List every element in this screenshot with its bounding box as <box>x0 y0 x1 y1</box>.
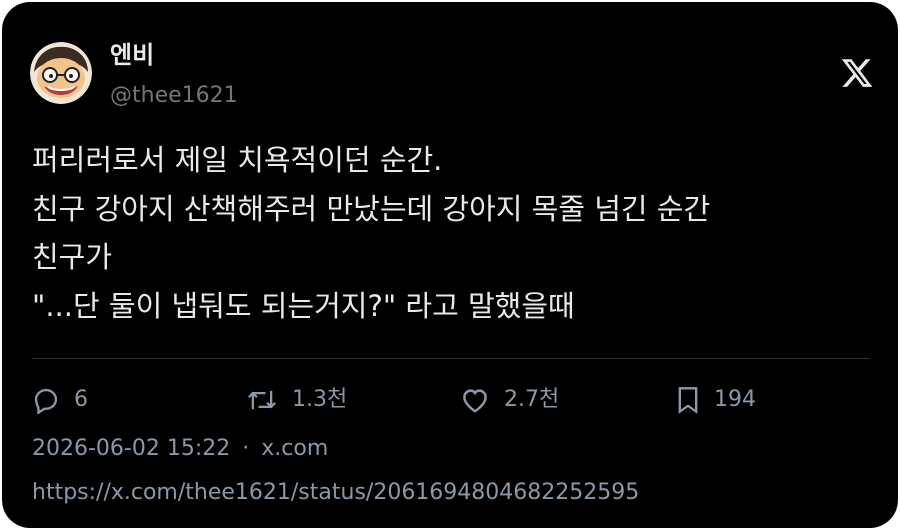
x-logo-icon[interactable] <box>840 56 874 90</box>
tweet-line: 퍼리러로서 제일 치욕적이던 순간. <box>32 143 443 177</box>
bookmark-count: 194 <box>714 387 756 412</box>
like-count: 2.7천 <box>504 387 560 412</box>
retweet-icon <box>246 386 278 414</box>
tweet-meta: 2026-06-02 15:22 · x.com <box>32 434 328 464</box>
source-link[interactable]: x.com <box>261 436 328 461</box>
retweet-count: 1.3천 <box>292 387 348 412</box>
heart-icon <box>460 386 490 414</box>
reply-count: 6 <box>74 387 88 412</box>
author-display-name[interactable]: 엔비 <box>110 40 154 70</box>
bookmark-button[interactable]: 194 <box>676 382 756 418</box>
tweet-line: 친구가 <box>32 240 113 274</box>
status-url[interactable]: https://x.com/thee1621/status/2061694804… <box>32 478 639 508</box>
timestamp[interactable]: 2026-06-02 15:22 <box>32 436 230 461</box>
retweet-button[interactable]: 1.3천 <box>246 382 347 418</box>
tweet-line: "...단 둘이 냅둬도 되는거지?" 라고 말했을때 <box>32 288 575 323</box>
like-button[interactable]: 2.7천 <box>460 382 559 418</box>
author-handle[interactable]: @thee1621 <box>110 82 238 110</box>
divider <box>32 358 870 359</box>
reply-button[interactable]: 6 <box>32 382 88 418</box>
tweet-text: 퍼리러로서 제일 치욕적이던 순간. 친구 강아지 산책해주러 만났는데 강아지… <box>32 136 872 330</box>
tweet-card: 엔비 @thee1621 퍼리러로서 제일 치욕적이던 순간. 친구 강아지 산… <box>2 2 898 528</box>
tweet-line: 친구 강아지 산책해주러 만났는데 강아지 목줄 넘긴 순간 <box>32 191 711 226</box>
meta-separator: · <box>242 436 250 461</box>
bookmark-icon <box>676 386 700 414</box>
avatar[interactable] <box>30 42 92 104</box>
reply-icon <box>32 386 60 414</box>
